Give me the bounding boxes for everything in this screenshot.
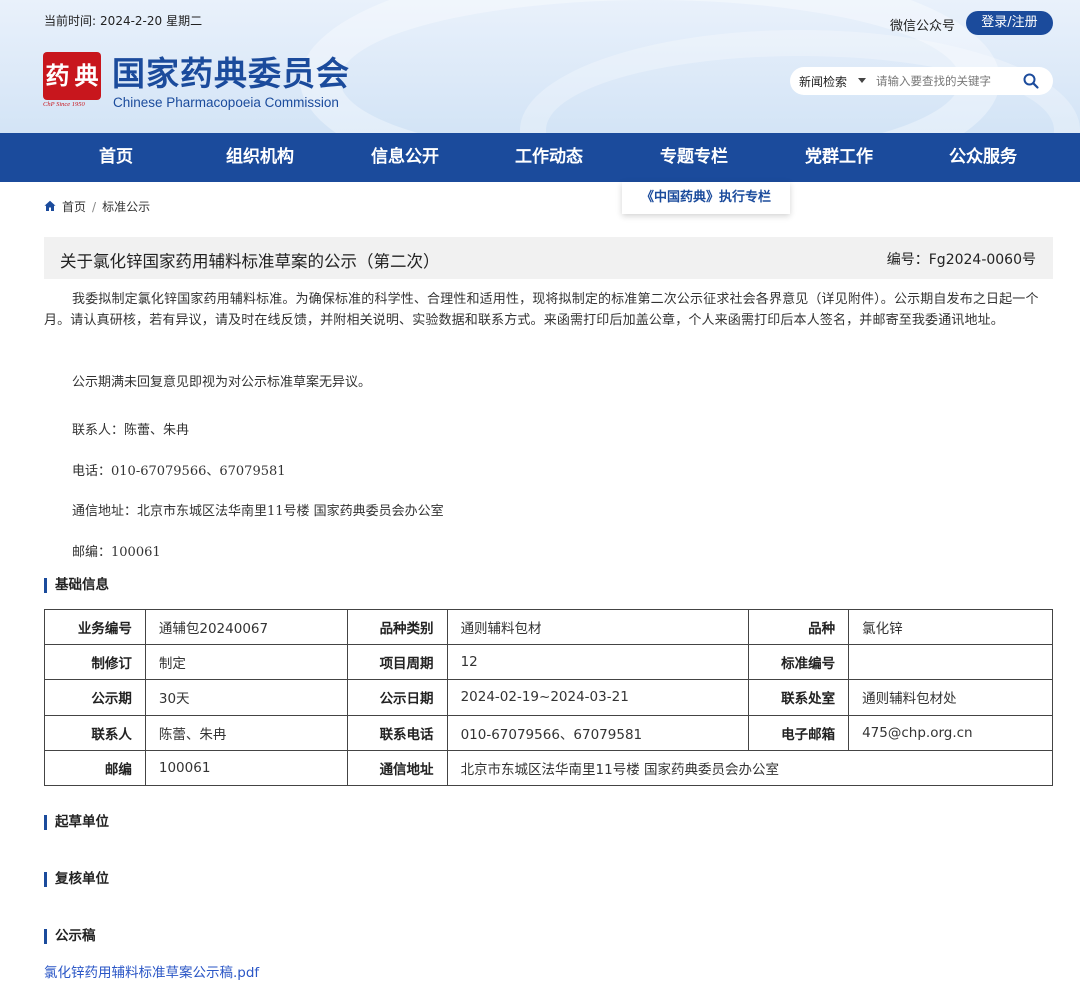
nav-item-work-news[interactable]: 工作动态 (489, 133, 609, 182)
org-name-cn[interactable]: 国家药典委员会 (112, 47, 350, 95)
datetime-label: 当前时间: (44, 14, 97, 28)
breadcrumb-current[interactable]: 标准公示 (102, 200, 150, 214)
section-draft-document: 公示稿 (44, 929, 96, 944)
section-review-unit: 复核单位 (44, 872, 109, 887)
nav-item-party-work[interactable]: 党群工作 (779, 133, 899, 182)
wechat-link[interactable]: 微信公众号 (890, 15, 955, 34)
table-row: 制修订 制定 项目周期 12 标准编号 (44, 644, 1053, 681)
org-name-en: Chinese Pharmacopoeia Commission (113, 95, 339, 110)
table-value: 通则辅料包材处 (848, 679, 1053, 716)
table-value: 通则辅料包材 (446, 608, 750, 646)
table-value: 通辅包20240067 (144, 608, 348, 646)
section-basic-info: 基础信息 (44, 578, 109, 593)
table-key: 项目周期 (346, 644, 448, 681)
basic-info-table: 业务编号 通辅包20240067 品种类别 通则辅料包材 品种 氯化锌 制修订 … (44, 608, 1054, 786)
table-key: 联系人 (44, 714, 146, 751)
nav-item-public-service[interactable]: 公众服务 (923, 133, 1043, 182)
article-code: 编号：Fg2024-0060号 (886, 252, 1036, 268)
login-register-button[interactable]: 登录/注册 (966, 11, 1053, 35)
logo-char: 典 (74, 61, 99, 90)
table-key: 标准编号 (748, 644, 850, 681)
table-value: 100061 (144, 749, 348, 786)
org-logo[interactable]: 药 典 ChP Since 1950 (43, 52, 103, 112)
article-note: 公示期满未回复意见即视为对公示标准草案无异议。 (72, 375, 372, 390)
nav-item-special-topics[interactable]: 专题专栏 (634, 133, 754, 182)
nav-item-info-disclosure[interactable]: 信息公开 (345, 133, 465, 182)
table-key: 通信地址 (346, 749, 448, 786)
current-datetime: 当前时间: 2024-2-20 星期二 (44, 12, 206, 29)
article-title: 关于氯化锌国家药用辅料标准草案的公示（第二次） (60, 252, 440, 271)
table-key: 制修订 (44, 644, 146, 681)
table-value: 陈蕾、朱冉 (144, 714, 348, 751)
nav-item-home[interactable]: 首页 (56, 133, 176, 182)
table-row: 联系人 陈蕾、朱冉 联系电话 010-67079566、67079581 电子邮… (44, 714, 1053, 751)
breadcrumb-home[interactable]: 首页 (62, 200, 86, 214)
search-bar: 新闻检索 (790, 67, 1053, 95)
chevron-down-icon[interactable] (858, 78, 866, 83)
table-key: 公示日期 (346, 679, 448, 716)
article-postcode: 邮编：100061 (72, 545, 161, 560)
table-value (848, 644, 1053, 681)
table-row: 公示期 30天 公示日期 2024-02-19~2024-03-21 联系处室 … (44, 679, 1053, 716)
dropdown-item-pharmacopoeia-column[interactable]: 《中国药典》执行专栏 (622, 182, 790, 214)
table-row: 邮编 100061 通信地址 北京市东城区法华南里11号楼 国家药典委员会办公室 (44, 749, 1054, 786)
table-row: 业务编号 通辅包20240067 品种类别 通则辅料包材 品种 氯化锌 (44, 608, 1053, 646)
section-drafting-unit: 起草单位 (44, 815, 109, 830)
table-value: 北京市东城区法华南里11号楼 国家药典委员会办公室 (446, 749, 1054, 786)
table-value: 010-67079566、67079581 (446, 714, 750, 751)
table-value: 475@chp.org.cn (848, 714, 1053, 751)
table-key: 联系处室 (748, 679, 850, 716)
table-key: 品种 (748, 608, 850, 646)
table-value: 制定 (144, 644, 348, 681)
table-value: 30天 (144, 679, 348, 716)
table-value: 氯化锌 (848, 608, 1053, 646)
search-scope-select[interactable]: 新闻检索 (799, 73, 847, 90)
site-header: 当前时间: 2024-2-20 星期二 微信公众号 登录/注册 药 典 ChP Si… (0, 0, 1080, 133)
table-key: 电子邮箱 (748, 714, 850, 751)
table-value: 2024-02-19~2024-03-21 (446, 679, 750, 716)
nav-item-organization[interactable]: 组织机构 (200, 133, 320, 182)
breadcrumb: 首页 / 标准公示 (44, 198, 150, 215)
breadcrumb-separator: / (92, 200, 97, 214)
datetime-weekday: 星期二 (166, 14, 203, 28)
table-key: 邮编 (44, 749, 146, 786)
logo-char: 药 (45, 61, 70, 90)
table-key: 品种类别 (346, 608, 448, 646)
article-contact: 联系人：陈蕾、朱冉 (72, 423, 190, 438)
logo-since: ChP Since 1950 (43, 101, 85, 108)
table-key: 业务编号 (44, 608, 146, 646)
datetime-date: 2024-2-20 (100, 14, 163, 28)
article-paragraph: 我委拟制定氯化锌国家药用辅料标准。为确保标准的科学性、合理性和适用性，现将拟制定… (44, 292, 1039, 328)
article-title-bar: 关于氯化锌国家药用辅料标准草案的公示（第二次） 编号：Fg2024-0060号 (44, 237, 1053, 279)
table-key: 联系电话 (346, 714, 448, 751)
home-icon (44, 200, 56, 211)
main-nav: 首页 组织机构 信息公开 工作动态 专题专栏 党群工作 公众服务 (0, 133, 1080, 182)
search-input[interactable] (876, 71, 1016, 91)
search-icon[interactable] (1022, 72, 1040, 90)
article-address: 通信地址：北京市东城区法华南里11号楼 国家药典委员会办公室 (72, 504, 444, 519)
attachment-pdf-link[interactable]: 氯化锌药用辅料标准草案公示稿.pdf (44, 961, 259, 981)
article-phone: 电话：010-67079566、67079581 (72, 464, 286, 479)
table-value: 12 (446, 644, 750, 681)
table-key: 公示期 (44, 679, 146, 716)
